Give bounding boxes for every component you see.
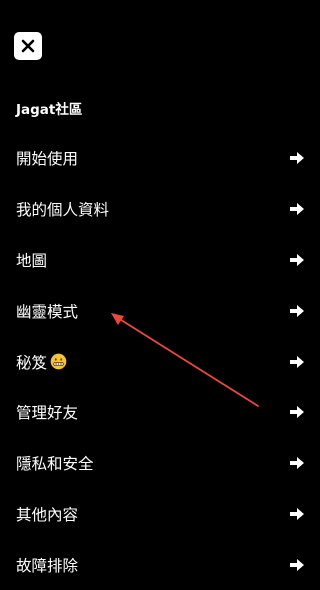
menu-item-label: 隱私和安全 xyxy=(16,455,94,474)
section-title: Jagat社區 xyxy=(16,102,83,118)
arrow-right-icon xyxy=(290,203,304,216)
arrow-right-icon xyxy=(290,355,304,368)
arrow-right-icon xyxy=(290,406,304,419)
close-icon xyxy=(21,39,35,53)
menu-item-getting-started[interactable]: 開始使用 xyxy=(0,133,320,184)
menu-item-label: 開始使用 xyxy=(16,150,79,169)
menu-item-label: 秘笈 xyxy=(16,353,48,372)
menu-item-label-wrap: 秘笈 xyxy=(16,351,67,373)
menu-item-my-profile[interactable]: 我的個人資料 xyxy=(0,184,320,235)
menu-item-map[interactable]: 地圖 xyxy=(0,235,320,286)
menu-item-troubleshooting[interactable]: 故障排除 xyxy=(0,539,320,590)
arrow-right-icon xyxy=(290,507,304,520)
menu-list: 開始使用 我的個人資料 地圖 幽靈模式 秘笈 管理好友 隱私和安全 其他內容 故… xyxy=(0,133,320,590)
menu-item-label: 我的個人資料 xyxy=(16,201,110,220)
arrow-right-icon xyxy=(290,304,304,317)
menu-item-label: 其他內容 xyxy=(16,505,79,524)
menu-item-label: 地圖 xyxy=(16,251,48,270)
zipper-mouth-face-icon xyxy=(50,353,67,370)
menu-item-manage-friends[interactable]: 管理好友 xyxy=(0,387,320,438)
arrow-right-icon xyxy=(290,558,304,571)
menu-item-other-content[interactable]: 其他內容 xyxy=(0,489,320,540)
menu-item-ghost-mode[interactable]: 幽靈模式 xyxy=(0,285,320,336)
arrow-right-icon xyxy=(290,253,304,266)
close-button[interactable] xyxy=(14,32,42,60)
arrow-right-icon xyxy=(290,152,304,165)
menu-item-privacy-security[interactable]: 隱私和安全 xyxy=(0,438,320,489)
arrow-right-icon xyxy=(290,457,304,470)
menu-item-label: 故障排除 xyxy=(16,556,79,575)
menu-item-label: 幽靈模式 xyxy=(16,302,79,321)
menu-item-secrets[interactable]: 秘笈 xyxy=(0,336,320,387)
menu-item-label: 管理好友 xyxy=(16,404,79,423)
